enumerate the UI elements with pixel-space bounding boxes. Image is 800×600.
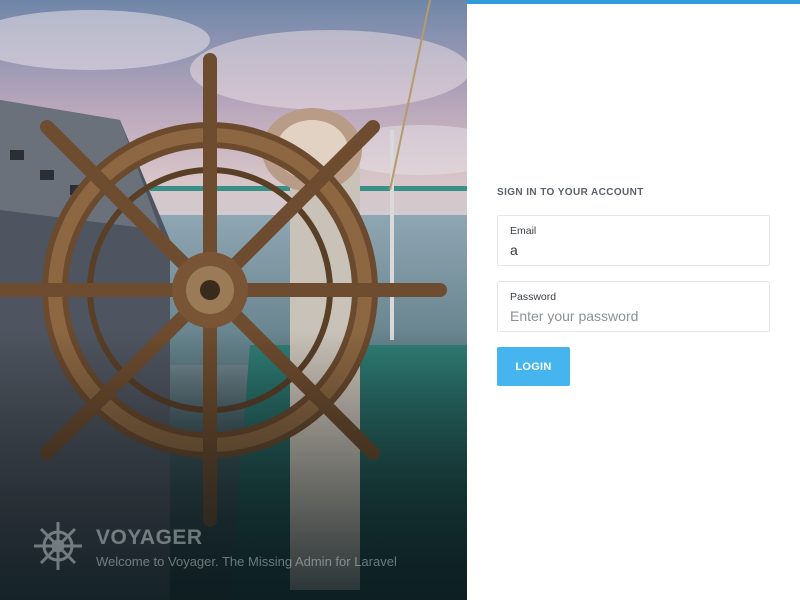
login-panel: SIGN IN TO YOUR ACCOUNT Email Password L… (467, 0, 800, 600)
password-field[interactable]: Password (497, 281, 770, 332)
brand-tagline: Welcome to Voyager. The Missing Admin fo… (96, 554, 397, 569)
ship-helm-photo (0, 0, 467, 600)
brand-title: VOYAGER (96, 526, 203, 549)
password-label: Password (510, 291, 557, 303)
brand-block: VOYAGER Welcome to Voyager. The Missing … (32, 520, 452, 576)
login-heading: SIGN IN TO YOUR ACCOUNT (497, 187, 644, 198)
password-input[interactable] (510, 305, 758, 327)
email-field[interactable]: Email (497, 215, 770, 266)
email-input[interactable] (510, 239, 758, 261)
email-label: Email (510, 225, 537, 237)
ship-wheel-icon (34, 522, 82, 570)
login-button[interactable]: LOGIN (497, 347, 570, 386)
hero-image-panel: VOYAGER Welcome to Voyager. The Missing … (0, 0, 467, 600)
top-accent-bar (467, 0, 800, 4)
